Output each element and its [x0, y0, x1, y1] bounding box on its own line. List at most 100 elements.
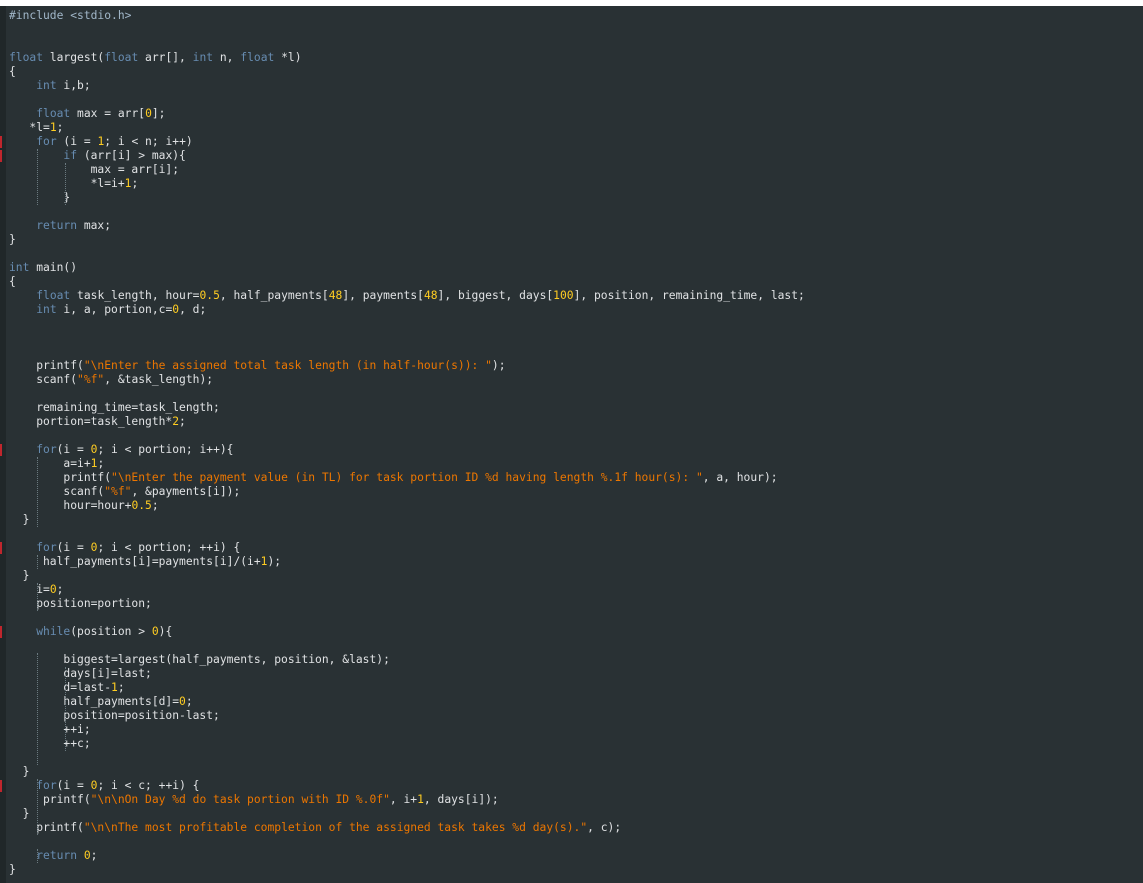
- code-line[interactable]: for(i = 0; i < portion; ++i) {: [9, 541, 1143, 555]
- code-line[interactable]: half_payments[i]=payments[i]/(i+1);: [9, 555, 1143, 569]
- code-token: , &payments[i]);: [131, 485, 241, 498]
- code-token: if: [63, 149, 78, 162]
- code-token: for: [36, 779, 57, 792]
- code-line[interactable]: float max = arr[0];: [9, 107, 1143, 121]
- code-line[interactable]: portion=task_length*2;: [9, 415, 1143, 429]
- code-token: (arr[i] > max){: [77, 149, 186, 162]
- code-line[interactable]: position=position-last;: [9, 709, 1143, 723]
- code-line[interactable]: [9, 527, 1143, 541]
- code-editor[interactable]: #include <stdio.h> float largest(float a…: [0, 6, 1143, 883]
- code-token: ;: [151, 499, 159, 512]
- code-token: 0: [49, 583, 57, 596]
- code-line[interactable]: for(i = 0; i < portion; i++){: [9, 443, 1143, 457]
- code-line[interactable]: [9, 345, 1143, 359]
- code-line[interactable]: max = arr[i];: [9, 163, 1143, 177]
- code-token: i, a, portion,c=: [56, 303, 173, 316]
- indent-guide: [37, 779, 38, 835]
- code-token: , days[i]);: [423, 793, 499, 806]
- code-token: scanf(: [9, 485, 105, 498]
- code-line[interactable]: int i, a, portion,c=0, d;: [9, 303, 1143, 317]
- code-line[interactable]: biggest=largest(half_payments, position,…: [9, 653, 1143, 667]
- code-line[interactable]: }: [9, 765, 1143, 779]
- code-line[interactable]: for(i = 0; i < c; ++i) {: [9, 779, 1143, 793]
- code-token: 1: [417, 793, 424, 806]
- code-line[interactable]: return 0;: [9, 849, 1143, 863]
- code-line[interactable]: while(position > 0){: [9, 625, 1143, 639]
- code-line[interactable]: for (i = 1; i < n; i++): [9, 135, 1143, 149]
- code-line[interactable]: remaining_time=task_length;: [9, 401, 1143, 415]
- code-line[interactable]: [9, 387, 1143, 401]
- code-line[interactable]: [9, 611, 1143, 625]
- code-line[interactable]: ++c;: [9, 737, 1143, 751]
- code-line[interactable]: scanf("%f", &payments[i]);: [9, 485, 1143, 499]
- code-line[interactable]: half_payments[d]=0;: [9, 695, 1143, 709]
- code-token: n,: [213, 51, 241, 64]
- code-line[interactable]: d=last-1;: [9, 681, 1143, 695]
- indent-guide: [37, 849, 38, 863]
- code-line[interactable]: }: [9, 513, 1143, 527]
- code-token: int: [192, 51, 214, 64]
- code-line[interactable]: [9, 247, 1143, 261]
- error-marker: [0, 444, 2, 456]
- code-line[interactable]: [9, 639, 1143, 653]
- code-token: a=i+: [9, 457, 91, 470]
- code-line[interactable]: }: [9, 807, 1143, 821]
- code-line[interactable]: [9, 205, 1143, 219]
- code-token: ], position, remaining_time, last;: [573, 289, 805, 302]
- code-line[interactable]: hour=hour+0.5;: [9, 499, 1143, 513]
- code-line[interactable]: *l=i+1;: [9, 177, 1143, 191]
- error-marker: [0, 780, 2, 792]
- code-line[interactable]: }: [9, 191, 1143, 205]
- code-line[interactable]: *l=1;: [9, 121, 1143, 135]
- code-line[interactable]: scanf("%f", &task_length);: [9, 373, 1143, 387]
- code-line[interactable]: [9, 331, 1143, 345]
- code-line[interactable]: [9, 429, 1143, 443]
- code-token: half_payments[i]=payments[i]/(i+: [9, 555, 261, 568]
- code-line[interactable]: {: [9, 65, 1143, 79]
- code-token: "%f": [104, 485, 132, 498]
- code-line[interactable]: return max;: [9, 219, 1143, 233]
- code-line[interactable]: int main(): [9, 261, 1143, 275]
- code-line[interactable]: ++i;: [9, 723, 1143, 737]
- code-line[interactable]: [9, 835, 1143, 849]
- code-line[interactable]: days[i]=last;: [9, 667, 1143, 681]
- code-line[interactable]: [9, 93, 1143, 107]
- code-token: max;: [77, 219, 112, 232]
- error-marker: [0, 626, 2, 638]
- code-line[interactable]: int i,b;: [9, 79, 1143, 93]
- code-token: printf(: [9, 471, 112, 484]
- code-token: portion=task_length*: [9, 415, 173, 428]
- code-token: float: [104, 51, 139, 64]
- code-area[interactable]: #include <stdio.h> float largest(float a…: [9, 9, 1143, 877]
- code-line[interactable]: printf("\nEnter the assigned total task …: [9, 359, 1143, 373]
- code-line[interactable]: }: [9, 863, 1143, 877]
- code-line[interactable]: printf("\nEnter the payment value (in TL…: [9, 471, 1143, 485]
- code-token: i=: [9, 583, 50, 596]
- code-token: hour=hour+: [9, 499, 132, 512]
- code-line[interactable]: position=portion;: [9, 597, 1143, 611]
- code-line[interactable]: a=i+1;: [9, 457, 1143, 471]
- code-line[interactable]: float task_length, hour=0.5, half_paymen…: [9, 289, 1143, 303]
- code-line[interactable]: if (arr[i] > max){: [9, 149, 1143, 163]
- code-line[interactable]: float largest(float arr[], int n, float …: [9, 51, 1143, 65]
- code-line[interactable]: [9, 37, 1143, 51]
- code-line[interactable]: }: [9, 233, 1143, 247]
- code-line[interactable]: #include <stdio.h>: [9, 9, 1143, 23]
- code-line[interactable]: }: [9, 569, 1143, 583]
- code-line[interactable]: [9, 751, 1143, 765]
- error-marker: [0, 542, 2, 554]
- code-line[interactable]: printf("\n\nOn Day %d do task portion wi…: [9, 793, 1143, 807]
- code-token: {: [9, 65, 16, 78]
- code-line[interactable]: [9, 23, 1143, 37]
- code-line[interactable]: [9, 317, 1143, 331]
- code-line[interactable]: printf("\n\nThe most profitable completi…: [9, 821, 1143, 835]
- code-line[interactable]: i=0;: [9, 583, 1143, 597]
- code-line[interactable]: {: [9, 275, 1143, 289]
- code-token: ++c;: [9, 737, 91, 750]
- code-token: ;: [179, 415, 186, 428]
